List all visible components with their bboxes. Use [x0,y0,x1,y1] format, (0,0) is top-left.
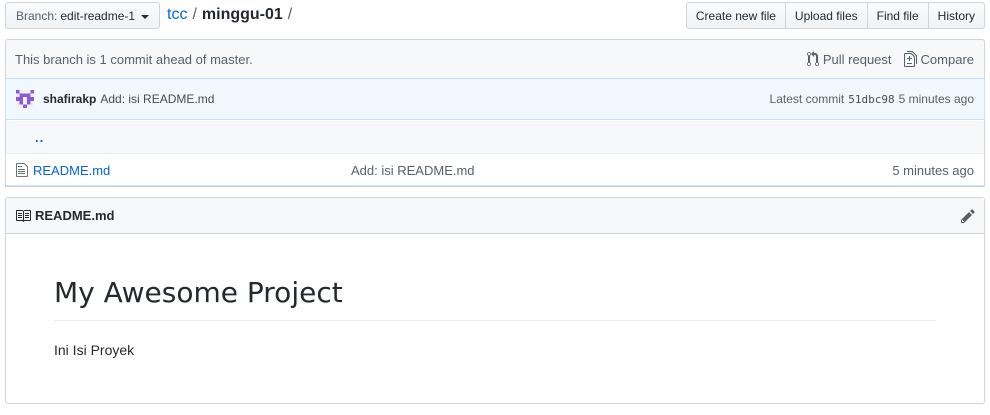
readme-content: My Awesome Project Ini Isi Proyek [6,234,984,358]
compare-label: Compare [920,51,974,67]
book-icon [16,209,31,222]
file-name-link[interactable]: README.md [33,163,351,178]
latest-commit-bar: shafirakp Add: isi README.md Latest comm… [5,78,985,120]
readme-header: README.md [6,198,984,234]
file-icon [16,163,28,177]
diff-icon [903,51,917,67]
breadcrumb-repo-link[interactable]: tcc [167,6,187,24]
branch-name: edit-readme-1 [60,8,136,23]
parent-directory-row: .. [6,121,984,154]
commit-age: 5 minutes ago [898,92,974,106]
readme-container: README.md My Awesome Project Ini Isi Pro… [5,197,985,404]
file-commit-message[interactable]: Add: isi README.md [351,163,892,178]
branch-label: Branch: [16,8,58,23]
table-row: README.md Add: isi README.md 5 minutes a… [6,154,984,186]
file-actions-group: Create new file Upload files Find file H… [685,2,985,29]
branch-selector-button[interactable]: Branch: edit-readme-1 [5,2,161,29]
history-button[interactable]: History [927,2,985,29]
git-pull-request-icon [806,51,819,67]
branch-status-message: This branch is 1 commit ahead of master. [15,51,253,67]
compare-link[interactable]: Compare [903,51,974,67]
create-new-file-button[interactable]: Create new file [685,2,786,29]
file-list: .. README.md Add: isi README.md 5 minute… [5,121,985,187]
breadcrumb: tcc / minggu-01 / [167,6,297,24]
parent-directory-link[interactable]: .. [35,130,44,145]
breadcrumb-trailing-separator: / [287,6,293,23]
avatar[interactable] [16,90,34,108]
pencil-icon[interactable] [961,208,975,224]
file-table: shafirakp Add: isi README.md Latest comm… [5,78,985,187]
commit-author[interactable]: shafirakp [43,92,96,106]
upload-files-button[interactable]: Upload files [784,2,868,29]
branch-status-bar: This branch is 1 commit ahead of master.… [5,39,985,78]
pull-request-link[interactable]: Pull request [806,51,892,67]
caret-down-icon [141,14,150,19]
latest-commit-label: Latest commit [769,92,845,106]
pull-request-label: Pull request [822,51,892,67]
commit-message[interactable]: Add: isi README.md [100,92,214,106]
readme-heading: My Awesome Project [54,234,936,321]
breadcrumb-separator: / [192,6,197,23]
commit-sha[interactable]: 51dbc98 [848,93,894,106]
readme-paragraph: Ini Isi Proyek [54,341,135,358]
file-age: 5 minutes ago [892,162,974,178]
find-file-button[interactable]: Find file [866,2,929,29]
file-navigation-bar: Branch: edit-readme-1 tcc / minggu-01 / … [5,2,985,30]
breadcrumb-current-directory: minggu-01 [201,6,283,23]
readme-filename: README.md [35,208,115,223]
